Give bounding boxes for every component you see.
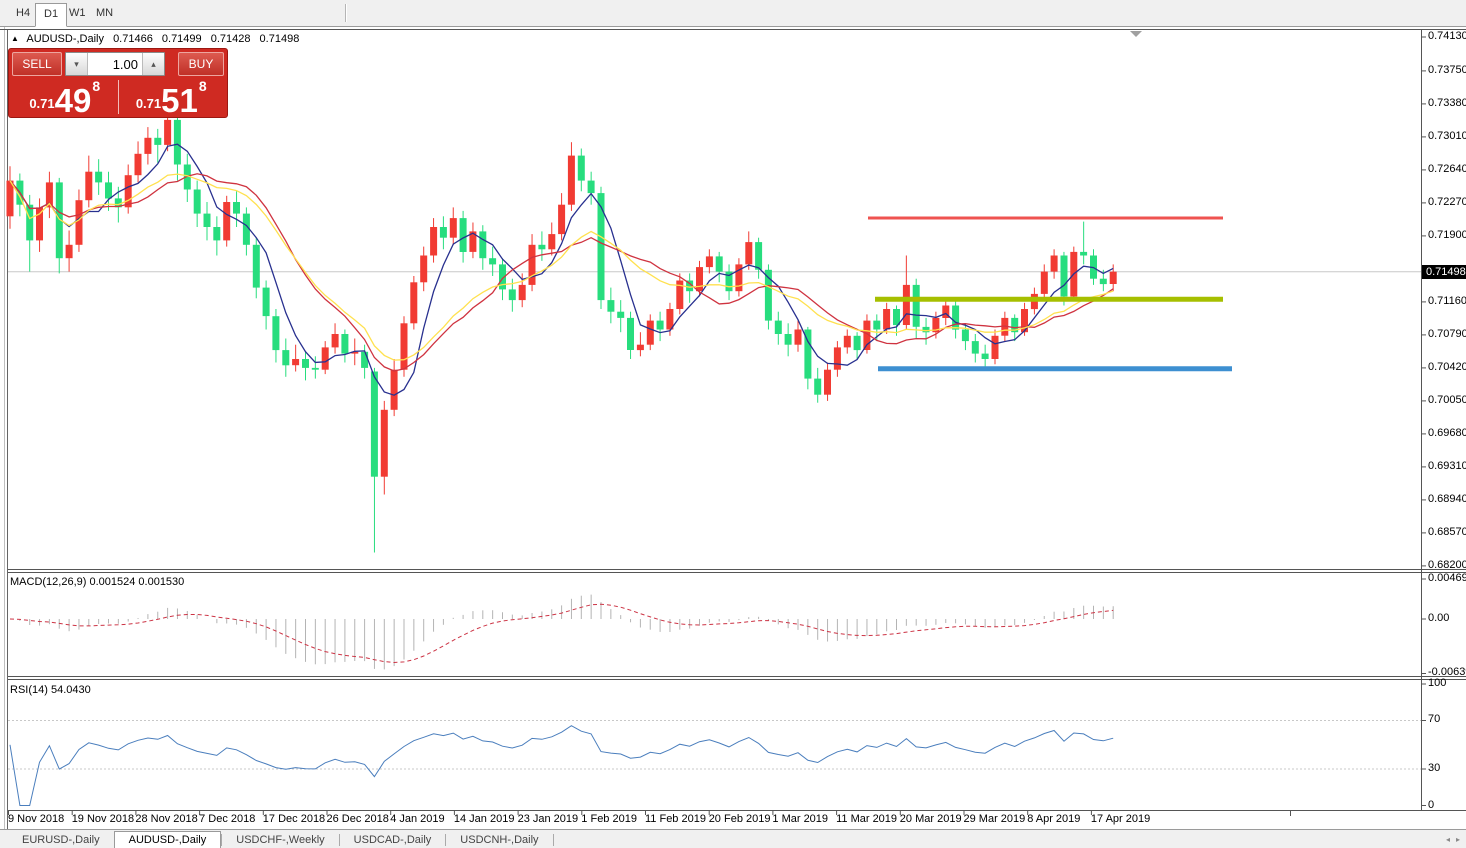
buy-price-point: 8	[199, 78, 207, 94]
price-axis-label: 0.73380	[1428, 97, 1466, 109]
time-axis-label: 17 Dec 2018	[263, 813, 325, 825]
volume-increase-button[interactable]: ▴	[142, 53, 164, 75]
time-axis-label: 11 Feb 2019	[645, 813, 706, 825]
price-axis-label: 0.70420	[1428, 361, 1466, 373]
price-axis-label: 0.70790	[1428, 328, 1466, 340]
macd-axis-label: 0.00	[1428, 612, 1449, 624]
time-axis-label: 14 Jan 2019	[454, 813, 515, 825]
macd-axis-label: 0.004694	[1428, 572, 1466, 584]
time-axis-label: 11 Mar 2019	[836, 813, 897, 825]
volume-decrease-button[interactable]: ▾	[66, 53, 88, 75]
time-axis-label: 20 Feb 2019	[709, 813, 771, 825]
time-axis-label: 9 Nov 2018	[8, 813, 64, 825]
rsi-axis-label: 30	[1428, 762, 1440, 774]
scroll-tabs-left-button[interactable]: ◂	[1446, 835, 1450, 844]
price-axis-label: 0.73750	[1428, 64, 1466, 76]
price-axis-label: 0.74130	[1428, 30, 1466, 42]
time-axis-label: 29 Mar 2019	[964, 813, 1026, 825]
ohlc-open: 0.71466	[113, 33, 153, 45]
chart-tab-bar: EURUSD-,DailyAUDUSD-,DailyUSDCHF-,Weekly…	[0, 829, 1466, 848]
mt4-chart-window: H4D1W1MN ▲ AUDUSD-,Daily 0.71466 0.71499…	[0, 0, 1466, 848]
volume-stepper: ▾ ▴	[65, 52, 165, 76]
time-axis-label: 28 Nov 2018	[135, 813, 197, 825]
price-axis-label: 0.68570	[1428, 526, 1466, 538]
time-axis-label: 20 Mar 2019	[900, 813, 962, 825]
chart-tab-eurusd[interactable]: EURUSD-,Daily	[8, 833, 114, 848]
buy-price-base: 0.71	[136, 96, 161, 111]
sell-price-base: 0.71	[29, 96, 54, 111]
price-axis-label: 0.73010	[1428, 130, 1466, 142]
macd-label: MACD(12,26,9) 0.001524 0.001530	[10, 576, 184, 588]
current-price-tag: 0.71498	[1422, 265, 1466, 279]
price-axis-label: 0.68200	[1428, 559, 1466, 571]
ohlc-close: 0.71498	[260, 33, 300, 45]
rsi-label: RSI(14) 54.0430	[10, 684, 91, 696]
time-axis-label: 4 Jan 2019	[390, 813, 444, 825]
time-axis-label: 26 Dec 2018	[327, 813, 389, 825]
price-axis-label: 0.69310	[1428, 460, 1466, 472]
ohlc-low: 0.71428	[211, 33, 251, 45]
rsi-axis-label: 100	[1428, 677, 1446, 689]
tab-separator	[553, 834, 554, 846]
price-axis-label: 0.72270	[1428, 196, 1466, 208]
chart-tab-usdcad[interactable]: USDCAD-,Daily	[340, 833, 446, 848]
buy-price-box[interactable]: 0.71518	[119, 78, 225, 116]
rsi-axis-label: 0	[1428, 799, 1434, 811]
time-axis-label: 23 Jan 2019	[518, 813, 579, 825]
price-axis-label: 0.68940	[1428, 493, 1466, 505]
sell-price-box[interactable]: 0.71498	[12, 78, 118, 116]
chart-tab-usdchf[interactable]: USDCHF-,Weekly	[222, 833, 338, 848]
time-axis-label: 1 Mar 2019	[772, 813, 828, 825]
sell-button[interactable]: SELL	[12, 52, 62, 76]
price-axis-label: 0.72640	[1428, 163, 1466, 175]
price-axis-label: 0.71900	[1428, 229, 1466, 241]
chart-tab-usdcnh[interactable]: USDCNH-,Daily	[446, 833, 552, 848]
price-axis-label: 0.70050	[1428, 394, 1466, 406]
volume-input[interactable]	[88, 53, 142, 75]
rsi-plot-area[interactable]	[8, 679, 1421, 810]
time-axis-label: 1 Feb 2019	[581, 813, 637, 825]
price-axis-label: 0.69680	[1428, 427, 1466, 439]
rsi-axis-label: 70	[1428, 713, 1440, 725]
chart-tab-audusd[interactable]: AUDUSD-,Daily	[114, 831, 222, 848]
buy-button[interactable]: BUY	[178, 52, 224, 76]
chart-symbol-header: ▲ AUDUSD-,Daily 0.71466 0.71499 0.71428 …	[11, 33, 299, 45]
ohlc-high: 0.71499	[162, 33, 202, 45]
buy-price-pips: 51	[161, 87, 198, 115]
time-axis-label: 19 Nov 2018	[72, 813, 134, 825]
sell-price-pips: 49	[55, 87, 92, 115]
sell-price-point: 8	[92, 78, 100, 94]
macd-plot-area[interactable]	[8, 572, 1421, 677]
collapse-triangle-icon[interactable]: ▲	[11, 34, 19, 43]
scroll-tabs-right-button[interactable]: ▸	[1456, 835, 1460, 844]
arrow-down-icon: ▾	[74, 59, 79, 69]
symbol-label: AUDUSD-,Daily	[26, 33, 104, 45]
time-axis-label: 8 Apr 2019	[1027, 813, 1080, 825]
time-axis-label: 17 Apr 2019	[1091, 813, 1150, 825]
one-click-trading-panel: SELL ▾ ▴ BUY 0.71498 0.71518	[8, 48, 228, 118]
arrow-up-icon: ▴	[151, 59, 156, 69]
time-axis-label: 7 Dec 2018	[199, 813, 255, 825]
price-axis-label: 0.71160	[1428, 295, 1466, 307]
